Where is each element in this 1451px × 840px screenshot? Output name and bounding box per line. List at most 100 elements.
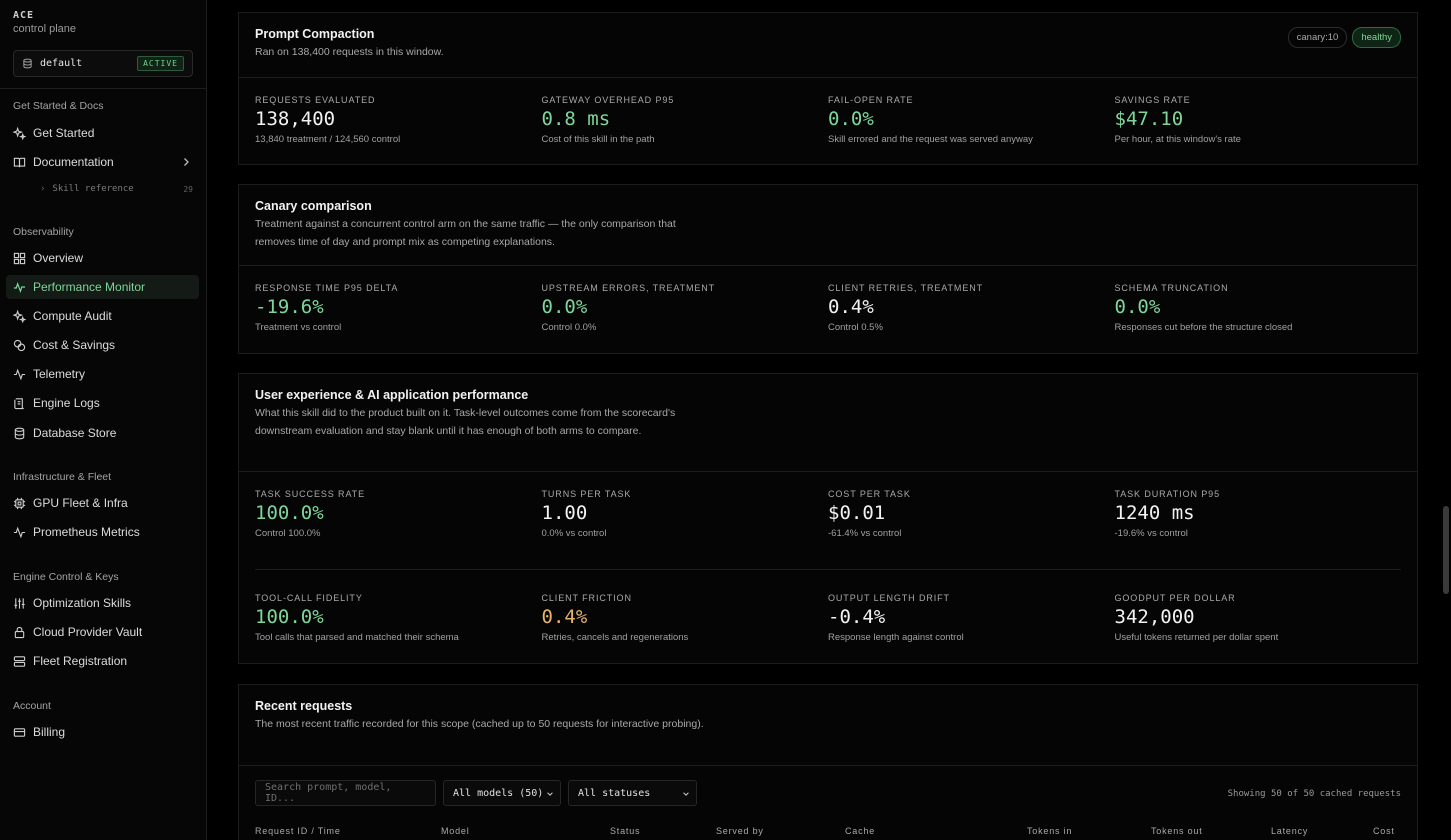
card-description: What this skill did to the product built…: [255, 407, 676, 437]
model-filter-select[interactable]: All models (50): [443, 780, 561, 806]
sidebar-item-telemetry[interactable]: Telemetry: [6, 362, 199, 386]
metric-value: $47.10: [1114, 108, 1184, 130]
sidebar-item-label: Documentation: [33, 155, 114, 169]
metric-value: 0.0%: [541, 296, 588, 318]
scope-name: default: [40, 58, 83, 69]
metric-label: Output length drift: [828, 593, 950, 603]
card-header: Prompt Compaction Ran on 138,400 request…: [239, 13, 1417, 78]
database-icon: [14, 427, 25, 439]
metric-label: Task success rate: [255, 489, 365, 499]
card-description: Ran on 138,400 requests in this window.: [255, 46, 444, 58]
lock-icon: [14, 626, 25, 638]
sidebar-item-get-started[interactable]: Get Started: [6, 121, 199, 145]
sidebar-item-label: Get Started: [33, 126, 95, 140]
column-header[interactable]: Request ID / Time: [255, 826, 341, 836]
metric-output-length-drift: Output length drift -0.4% Response lengt…: [828, 593, 1115, 643]
column-header[interactable]: Latency: [1271, 826, 1308, 836]
metric-label: Client friction: [541, 593, 632, 603]
column-header[interactable]: Tokens in: [1027, 826, 1072, 836]
sparkle-icon: [13, 126, 26, 140]
metric-response-time-delta: Response time P95 delta -19.6% Treatment…: [255, 283, 542, 333]
metric-value: 100.0%: [255, 502, 324, 524]
sidebar-item-prometheus[interactable]: Prometheus Metrics: [6, 520, 199, 544]
column-header[interactable]: Cache: [845, 826, 875, 836]
sidebar-item-billing[interactable]: Billing: [6, 720, 199, 744]
metric-task-duration: Task duration P95 1240 ms -19.6% vs cont…: [1115, 489, 1402, 569]
metric-value: 0.4%: [541, 606, 588, 628]
column-header[interactable]: Served by: [716, 826, 764, 836]
sidebar-item-label: GPU Fleet & Infra: [33, 496, 128, 510]
column-header[interactable]: Model: [441, 826, 470, 836]
metric-label: Gateway overhead P95: [541, 95, 675, 105]
metric-sub: Treatment vs control: [255, 322, 342, 333]
pulse-icon: [13, 281, 26, 293]
column-header[interactable]: Tokens out: [1151, 826, 1203, 836]
metric-label: Fail-open rate: [828, 95, 914, 105]
card-title: Canary comparison: [255, 199, 372, 213]
metric-sub: Useful tokens returned per dollar spent: [1114, 632, 1279, 643]
chevron-right-icon[interactable]: [181, 157, 191, 167]
metric-label: Turns per task: [541, 489, 632, 499]
sidebar-item-performance-monitor[interactable]: Performance Monitor: [6, 275, 199, 299]
sidebar-item-label: Database Store: [33, 426, 117, 440]
sidebar-item-cost-savings[interactable]: Cost & Savings: [6, 333, 199, 357]
metric-goodput-per-dollar: Goodput per dollar 342,000 Useful tokens…: [1115, 593, 1402, 643]
chevron-down-icon: [683, 792, 689, 796]
metric-label: Task duration P95: [1114, 489, 1220, 499]
card-description: The most recent traffic recorded for thi…: [255, 718, 704, 730]
sidebar-item-documentation[interactable]: Documentation: [6, 150, 199, 174]
search-input[interactable]: Search prompt, model, ID...: [255, 780, 436, 806]
status-filter-select[interactable]: All statuses: [568, 780, 697, 806]
sidebar-item-label: Performance Monitor: [33, 280, 146, 294]
card-header: User experience & AI application perform…: [239, 374, 1417, 472]
card-title: User experience & AI application perform…: [255, 388, 529, 402]
requests-table-header: Request ID / Time Model Status Served by…: [255, 826, 1403, 840]
sidebar-item-fleet-registration[interactable]: Fleet Registration: [6, 649, 199, 673]
chip-icon: [13, 497, 26, 509]
metric-turns-per-task: Turns per task 1.00 0.0% vs control: [542, 489, 829, 569]
metric-upstream-errors: Upstream errors, treatment 0.0% Control …: [542, 283, 829, 333]
scroll-icon: [14, 397, 24, 409]
section-label-engine: Engine Control & Keys: [13, 571, 119, 583]
model-filter-value: All models (50): [453, 787, 544, 799]
sidebar-item-overview[interactable]: Overview: [6, 246, 199, 270]
metric-label: Goodput per dollar: [1114, 593, 1236, 603]
metric-value: 1240 ms: [1114, 502, 1195, 524]
sidebar-item-compute-audit[interactable]: Compute Audit: [6, 304, 199, 328]
section-label-account: Account: [13, 700, 51, 712]
sidebar-item-gpu-fleet[interactable]: GPU Fleet & Infra: [6, 491, 199, 515]
metric-value: $0.01: [828, 502, 886, 524]
card-title: Prompt Compaction: [255, 27, 375, 41]
brand-name: ACE: [13, 10, 35, 21]
metric-label: Response time P95 delta: [255, 283, 399, 293]
sidebar-item-label: Overview: [33, 251, 84, 265]
grid-icon: [13, 252, 26, 264]
metric-value: 342,000: [1114, 606, 1195, 628]
metric-value: 138,400: [255, 108, 336, 130]
sidebar-item-label: Billing: [33, 725, 66, 739]
canary-comparison-card: Canary comparison Treatment against a co…: [238, 184, 1418, 354]
sidebar-item-cloud-vault[interactable]: Cloud Provider Vault: [6, 620, 199, 644]
metric-value: 100.0%: [255, 606, 324, 628]
prompt-compaction-card: Prompt Compaction Ran on 138,400 request…: [238, 12, 1418, 165]
sidebar-item-label: Cloud Provider Vault: [33, 625, 143, 639]
column-header[interactable]: Cost: [1373, 826, 1395, 836]
coins-icon: [13, 339, 26, 351]
column-header[interactable]: Status: [610, 826, 640, 836]
metric-value: 0.0%: [1114, 296, 1161, 318]
page-scrollbar[interactable]: [1443, 506, 1449, 594]
sidebar-subitem-skill-reference[interactable]: › Skill reference 29: [40, 182, 193, 196]
sidebar-item-label: Telemetry: [33, 367, 86, 381]
activity-icon: [13, 526, 26, 538]
recent-requests-card: Recent requests The most recent traffic …: [238, 684, 1418, 840]
scope-selector[interactable]: default ACTIVE: [13, 50, 193, 77]
chevron-down-icon: [547, 792, 553, 796]
sidebar-item-database-store[interactable]: Database Store: [6, 421, 199, 445]
metric-label: Upstream errors, treatment: [541, 283, 716, 293]
sidebar-item-optimization-skills[interactable]: Optimization Skills: [6, 591, 199, 615]
metric-sub: -61.4% vs control: [828, 528, 902, 539]
sidebar-item-label: Cost & Savings: [33, 338, 116, 352]
sidebar-item-engine-logs[interactable]: Engine Logs: [6, 391, 199, 415]
book-icon: [13, 157, 26, 167]
metrics-row: Response time P95 delta -19.6% Treatment…: [239, 266, 1417, 333]
